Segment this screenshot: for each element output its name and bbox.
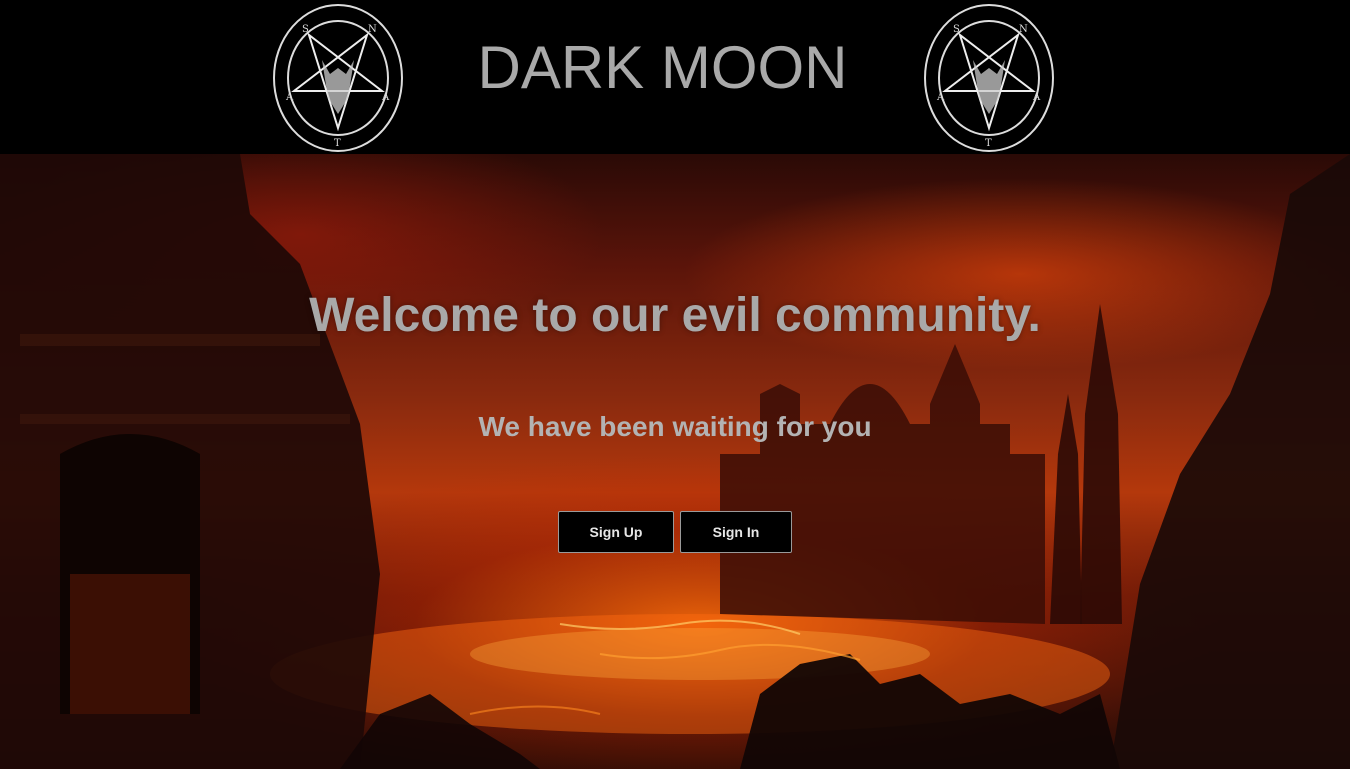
svg-text:S: S xyxy=(953,24,960,35)
svg-text:A: A xyxy=(1032,92,1041,103)
svg-text:T: T xyxy=(985,138,992,149)
sigil-of-baphomet-icon: S N A A T xyxy=(924,4,1054,152)
sigil-of-baphomet-icon: S N A A T xyxy=(273,4,403,152)
svg-text:T: T xyxy=(334,138,341,149)
hell-landscape-background xyxy=(0,154,1350,769)
svg-text:N: N xyxy=(1019,24,1028,35)
sign-up-button[interactable]: Sign Up xyxy=(558,511,674,553)
site-header: S N A A T DARK MOON S N A A T xyxy=(0,0,1350,154)
sign-in-button[interactable]: Sign In xyxy=(680,511,792,553)
svg-text:A: A xyxy=(381,92,390,103)
svg-text:S: S xyxy=(302,24,309,35)
hero-section: Welcome to our evil community. We have b… xyxy=(0,154,1350,769)
svg-text:A: A xyxy=(936,92,945,103)
svg-text:N: N xyxy=(368,24,377,35)
welcome-heading: Welcome to our evil community. xyxy=(309,289,1041,342)
svg-text:A: A xyxy=(285,92,294,103)
site-title: DARK MOON xyxy=(477,34,848,101)
tagline: We have been waiting for you xyxy=(478,411,872,442)
